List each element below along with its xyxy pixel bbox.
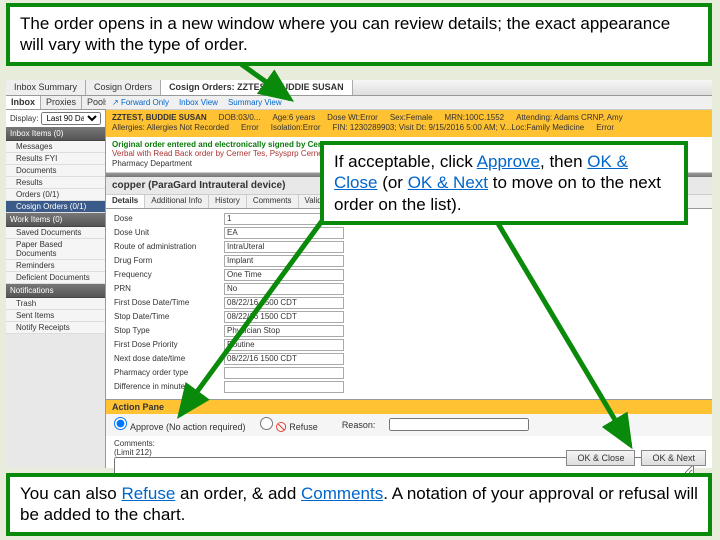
prn-field[interactable]: No [224, 283, 344, 295]
window-tabs: Inbox Summary Cosign Orders Cosign Order… [6, 80, 712, 96]
action-row: Approve (No action required) 🚫 Refuse Re… [106, 414, 712, 436]
summary-view[interactable]: Summary View [228, 98, 282, 107]
nav-sent[interactable]: Sent Items [6, 310, 105, 322]
forward-only[interactable]: ↗ Forward Only [112, 98, 169, 107]
dtab-comments[interactable]: Comments [247, 195, 299, 208]
next-dose-field[interactable]: 08/22/16 1500 CDT [224, 353, 344, 365]
first-dose-field[interactable]: 08/22/16 1500 CDT [224, 297, 344, 309]
nav-paper-docs[interactable]: Paper Based Documents [6, 239, 105, 260]
section-inbox-items[interactable]: Inbox Items (0) [6, 127, 105, 141]
nav-deficient-docs[interactable]: Deficient Documents [6, 272, 105, 284]
nav-results-fyi[interactable]: Results FYI [6, 153, 105, 165]
nav-cosign-orders[interactable]: Cosign Orders (0/1) [6, 201, 105, 213]
callout-top: The order opens in a new window where yo… [6, 3, 712, 66]
nav-orders[interactable]: Orders (0/1) [6, 189, 105, 201]
tab-inbox-summary[interactable]: Inbox Summary [6, 80, 86, 95]
nav-saved-docs[interactable]: Saved Documents [6, 227, 105, 239]
tab-cosign-order-detail[interactable]: Cosign Orders: ZZTEST, BUDDIE SUSAN [161, 80, 353, 95]
display-filter: Display:Last 90 Days [6, 110, 105, 127]
stop-type-field[interactable]: Physician Stop [224, 325, 344, 337]
nav-proxies[interactable]: Proxies [41, 96, 82, 109]
nav-inbox[interactable]: Inbox [6, 96, 41, 109]
reason-input[interactable] [389, 418, 529, 431]
nav-results[interactable]: Results [6, 177, 105, 189]
tab-cosign-orders[interactable]: Cosign Orders [86, 80, 161, 95]
details-panel: Dose1 Dose UnitEA Route of administratio… [106, 209, 712, 399]
stop-date-field[interactable]: 08/22/16 1500 CDT [224, 311, 344, 323]
action-pane-title: Action Pane [106, 399, 712, 414]
patient-header: ZZTEST, BUDDIE SUSANDOB:03/0...Age:6 yea… [106, 110, 712, 137]
frequency-field[interactable]: One Time [224, 269, 344, 281]
pharm-type-field[interactable] [224, 367, 344, 379]
refuse-radio[interactable]: 🚫 Refuse [260, 417, 318, 433]
inbox-view[interactable]: Inbox View [179, 98, 218, 107]
sidebar: Inbox Proxies Pools Display:Last 90 Days… [6, 96, 106, 468]
section-notifications[interactable]: Notifications [6, 284, 105, 298]
ok-next-button[interactable]: OK & Next [641, 450, 706, 466]
nav-documents[interactable]: Documents [6, 165, 105, 177]
approve-radio[interactable]: Approve (No action required) [114, 417, 246, 432]
dose-unit-field[interactable]: EA [224, 227, 344, 239]
dtab-details[interactable]: Details [106, 195, 145, 208]
dtab-history[interactable]: History [209, 195, 247, 208]
callout-approve: If acceptable, click Approve, then OK & … [320, 141, 688, 225]
drug-form-field[interactable]: Implant [224, 255, 344, 267]
ok-close-button[interactable]: OK & Close [566, 450, 635, 466]
dtab-additional[interactable]: Additional Info [145, 195, 209, 208]
nav-messages[interactable]: Messages [6, 141, 105, 153]
priority-field[interactable]: Routine [224, 339, 344, 351]
route-field[interactable]: IntraUteral [224, 241, 344, 253]
callout-bottom: You can also Refuse an order, & add Comm… [6, 473, 712, 536]
section-work-items[interactable]: Work Items (0) [6, 213, 105, 227]
nav-trash[interactable]: Trash [6, 298, 105, 310]
display-select[interactable]: Last 90 Days [41, 112, 101, 125]
nav-notify[interactable]: Notify Receipts [6, 322, 105, 334]
app-window: Inbox Summary Cosign Orders Cosign Order… [6, 80, 712, 468]
toolbar: ↗ Forward Only Inbox View Summary View [106, 96, 712, 110]
diff-min-field[interactable] [224, 381, 344, 393]
nav-reminders[interactable]: Reminders [6, 260, 105, 272]
